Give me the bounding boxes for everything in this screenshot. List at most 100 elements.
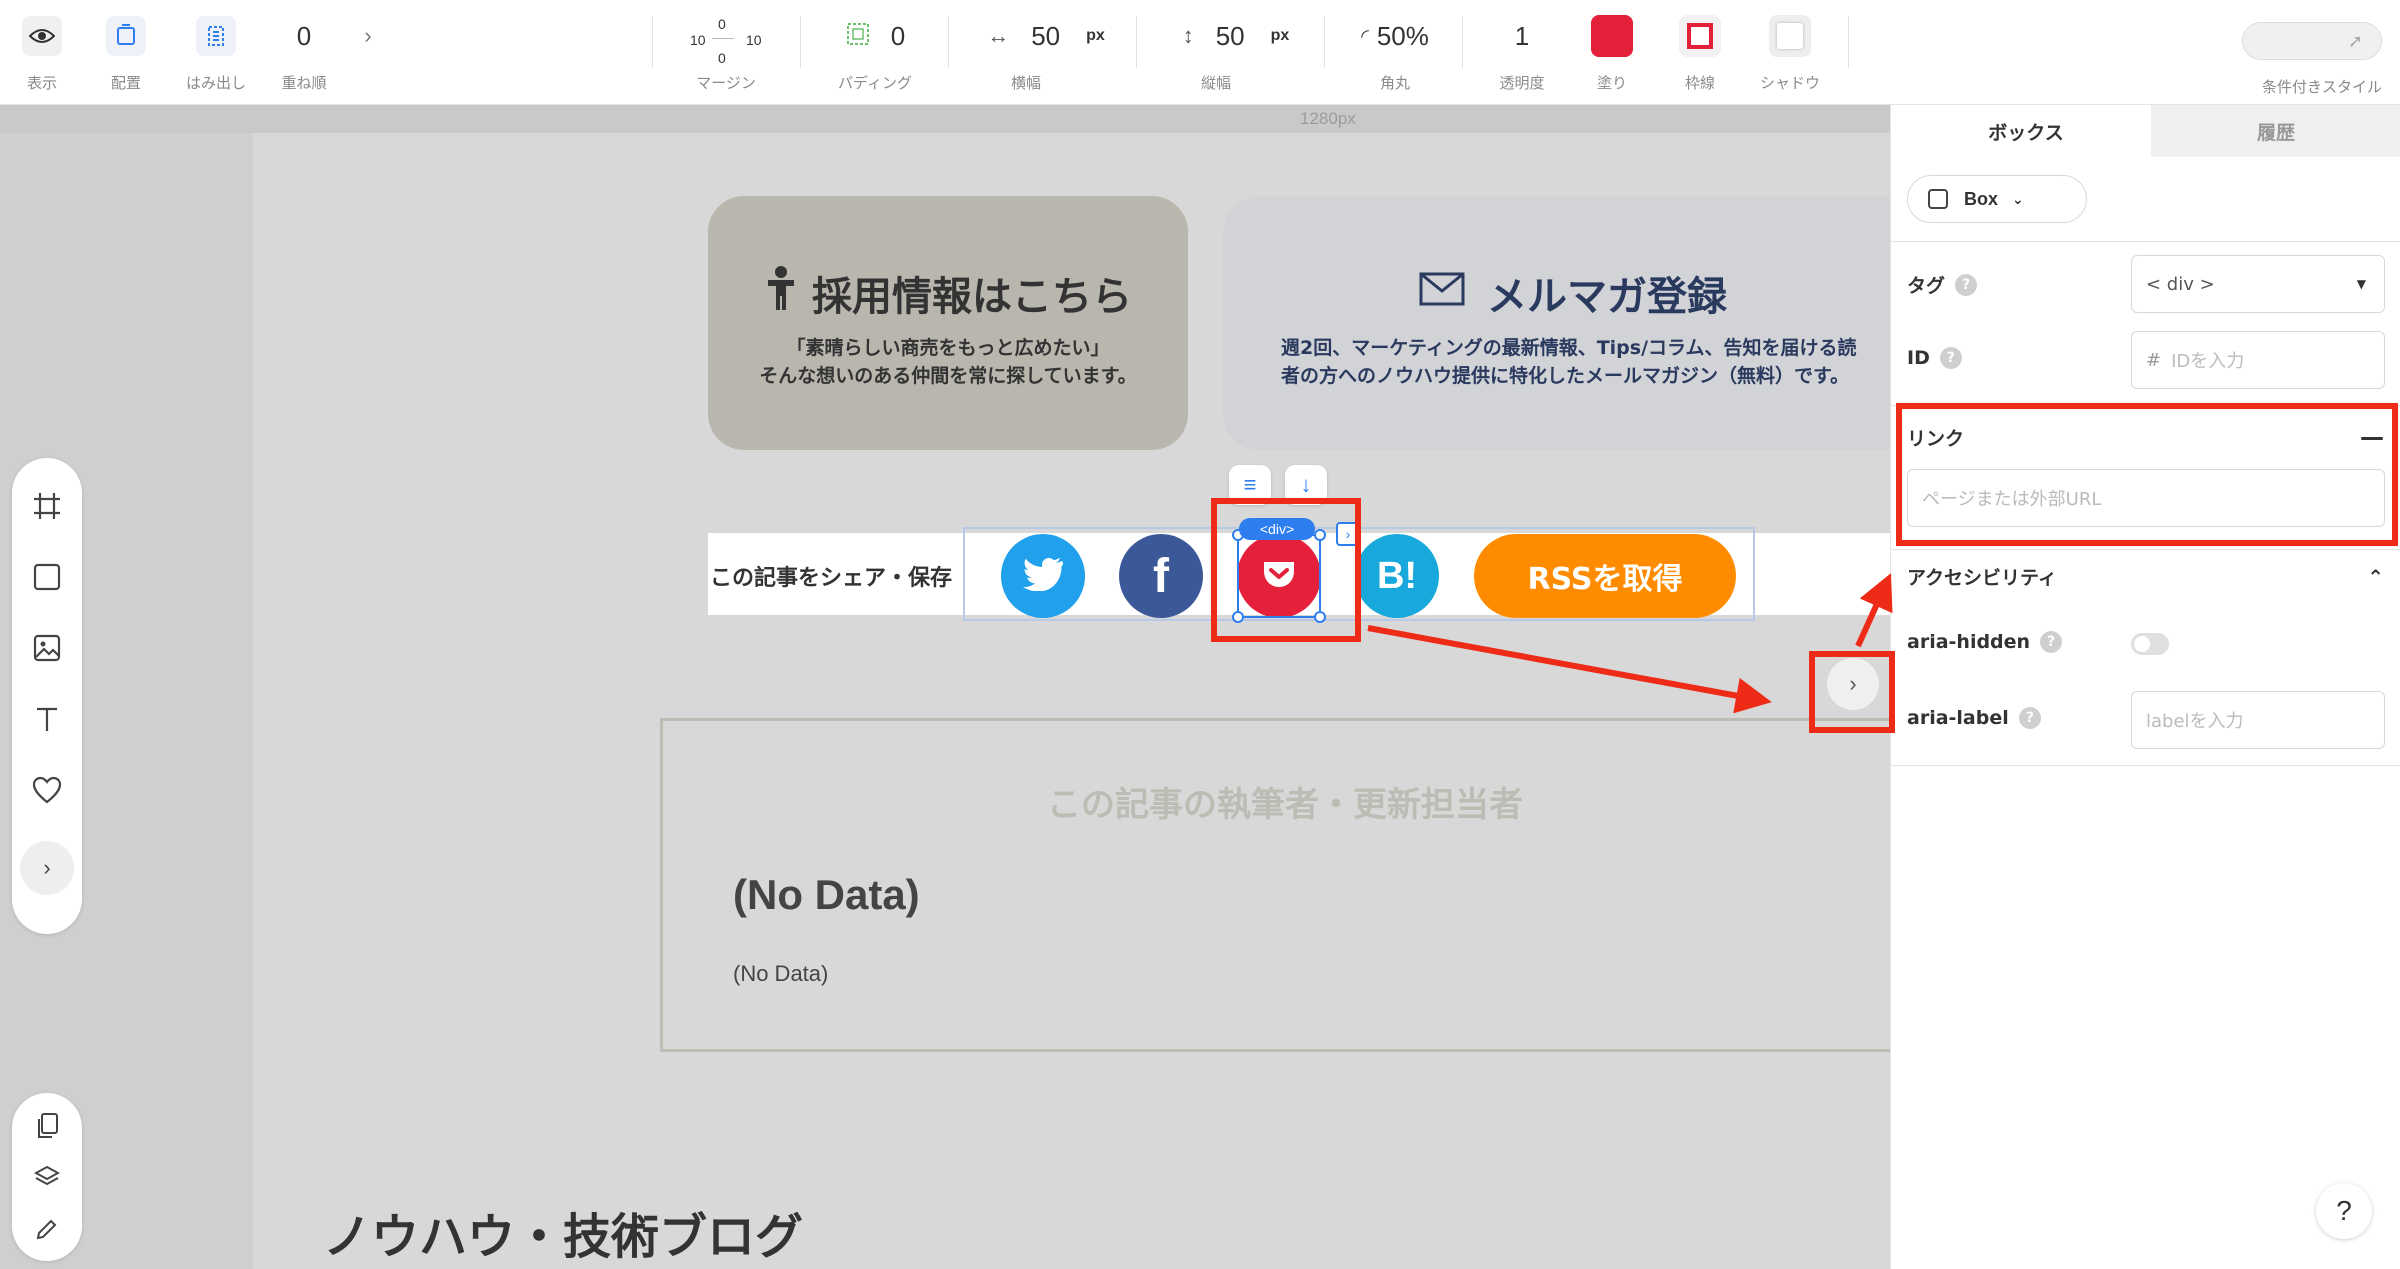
box-tool[interactable] (25, 557, 69, 601)
chevron-right-icon: › (364, 23, 372, 48)
fill-label: 塗り (1596, 74, 1627, 92)
copy-tool[interactable] (25, 1107, 69, 1150)
edit-tool[interactable] (25, 1210, 69, 1253)
share-label: この記事をシェア・保存 (710, 566, 953, 591)
recruit-card[interactable]: 採用情報はこちら 「素晴らしい商売をもっと広めたい」 そんな想いのある仲間を常に… (708, 196, 1188, 450)
property-inspector: ボックス 履歴 Box ⌄ タグ ? < div > ▼ ID ? # IDを入… (1890, 105, 2400, 1269)
shadow-control[interactable]: シャドウ (1758, 0, 1822, 105)
tool-palette: › (12, 458, 82, 934)
toolbar-more-button[interactable]: › (356, 0, 380, 105)
opacity-control[interactable]: 1 透明度 (1494, 0, 1550, 105)
border-swatch (1679, 15, 1721, 57)
hatena-bookmark-button[interactable]: B! (1355, 534, 1439, 618)
shadow-label: シャドウ (1759, 74, 1820, 92)
fill-swatch (1591, 15, 1633, 57)
newsletter-card-title: メルマガ登録 (1223, 264, 1890, 322)
border-label: 枠線 (1684, 74, 1715, 92)
id-input[interactable]: # IDを入力 (2131, 331, 2385, 389)
author-section[interactable]: この記事の執筆者・更新担当者 (No Data) (No Data) (660, 718, 1890, 1052)
conditional-style-toggle[interactable]: ➚ (2242, 22, 2382, 60)
tag-select-value: < div > (2146, 273, 2215, 295)
facebook-share-button[interactable]: f (1119, 534, 1203, 618)
annotation-highlight-panel-toggle (1809, 651, 1895, 733)
radius-label: 角丸 (1379, 74, 1410, 92)
layers-icon (33, 1165, 61, 1194)
shadow-swatch (1769, 15, 1811, 57)
place-tool[interactable]: 配置 (96, 0, 156, 105)
width-control[interactable]: ↔ 50 px 横幅 (966, 0, 1126, 105)
place-label: 配置 (110, 74, 141, 92)
twitter-bird-icon (1023, 557, 1064, 596)
image-icon (33, 634, 61, 667)
tab-history[interactable]: 履歴 (2151, 105, 2400, 157)
help-icon[interactable]: ? (2018, 707, 2041, 729)
height-control[interactable]: ↕ 50 px 縦幅 (1156, 0, 1316, 105)
twitter-share-button[interactable] (1001, 534, 1085, 618)
heart-icon (32, 776, 62, 809)
margin-label: マージン (696, 74, 756, 92)
ruler-width-label: 1280px (1300, 109, 1356, 128)
mail-icon (1419, 270, 1465, 316)
utility-palette (12, 1093, 82, 1261)
zorder-tool[interactable]: 0 重ね順 (276, 0, 332, 105)
overflow-label: はみ出し (185, 74, 246, 92)
rss-button[interactable]: RSSを取得 (1474, 534, 1736, 618)
tab-box[interactable]: ボックス (1901, 105, 2151, 157)
hash-prefix: # (2146, 349, 2162, 371)
page-frame[interactable]: 採用情報はこちら 「素晴らしい商売をもっと広めたい」 そんな想いのある仲間を常に… (253, 133, 1890, 1269)
tag-label: タグ (1907, 275, 1946, 297)
margin-top-value: 0 (718, 16, 726, 32)
help-icon[interactable]: ? (1955, 273, 1978, 296)
margin-left-value: 10 (690, 32, 706, 48)
arrow-down-icon: ↓ (1300, 472, 1312, 497)
a11y-section-header[interactable]: アクセシビリティ ⌃ (1907, 563, 2384, 590)
padding-control[interactable]: 0 パディング (830, 0, 920, 105)
chevron-up-icon[interactable]: ⌃ (2367, 565, 2384, 589)
aria-label-placeholder: labelを入力 (2146, 711, 2244, 732)
component-type-select[interactable]: Box ⌄ (1907, 175, 2087, 223)
margin-bottom-value: 0 (718, 50, 726, 66)
radius-control[interactable]: ◜ 50% 角丸 (1340, 0, 1450, 105)
aria-hidden-label: aria-hidden (1907, 631, 2031, 653)
aria-label-input[interactable]: labelを入力 (2131, 691, 2385, 749)
view-label: 表示 (26, 74, 57, 92)
id-row-label: ID ? (1907, 347, 1962, 369)
newsletter-card-desc: 週2回、マーケティングの最新情報、Tips/コラム、告知を届ける読 者の方へのノ… (1281, 337, 1857, 387)
image-tool[interactable] (25, 628, 69, 672)
radius-value: 50% (1376, 20, 1429, 51)
facebook-logo-icon: f (1153, 549, 1169, 603)
view-tool[interactable]: 表示 (12, 0, 72, 105)
help-button[interactable]: ? (2316, 1183, 2372, 1239)
overflow-tool[interactable]: はみ出し (178, 0, 254, 105)
top-toolbar: 表示 配置 はみ出し 0 重ね順 › 0 10 10 0 マージン 0 パディン… (0, 0, 2400, 105)
palette-expand-button[interactable]: › (20, 841, 74, 895)
author-bio: (No Data) (733, 961, 829, 986)
person-icon (764, 266, 798, 320)
ruler: 1280px (0, 105, 1890, 133)
design-canvas[interactable]: 1280px 採用情報はこちら 「素晴らしい商売をもっと広めたい」 そんな想いの… (0, 105, 1890, 1269)
border-control[interactable]: 枠線 (1672, 0, 1728, 105)
aria-hidden-toggle[interactable] (2131, 633, 2169, 655)
frame-tool[interactable] (25, 486, 69, 530)
fill-control[interactable]: 塗り (1584, 0, 1640, 105)
text-tool[interactable] (25, 699, 69, 743)
annotation-highlight-pocket (1211, 498, 1361, 642)
tag-select[interactable]: < div > ▼ (2131, 255, 2385, 313)
caret-down-icon: ▼ (2356, 277, 2366, 291)
author-heading: この記事の執筆者・更新担当者 (1047, 785, 1523, 825)
opacity-label: 透明度 (1499, 74, 1545, 92)
aria-label-label: aria-label (1907, 707, 2009, 729)
newsletter-card[interactable]: メルマガ登録 週2回、マーケティングの最新情報、Tips/コラム、告知を届ける読… (1223, 196, 1890, 450)
help-icon[interactable]: ? (2040, 631, 2063, 653)
height-label: 縦幅 (1200, 74, 1231, 92)
layers-tool[interactable] (25, 1158, 69, 1201)
margin-control[interactable]: 0 10 10 0 マージン (680, 0, 772, 105)
help-icon[interactable]: ? (1939, 347, 1962, 369)
favorite-tool[interactable] (25, 770, 69, 814)
height-arrows-icon: ↕ (1182, 23, 1194, 48)
box-type-icon (1928, 189, 1948, 209)
chevron-down-icon: ⌄ (2012, 190, 2024, 207)
annotation-highlight-link-section (1896, 403, 2398, 546)
placement-icon (106, 16, 146, 56)
a11y-section-title: アクセシビリティ (1907, 567, 2057, 589)
